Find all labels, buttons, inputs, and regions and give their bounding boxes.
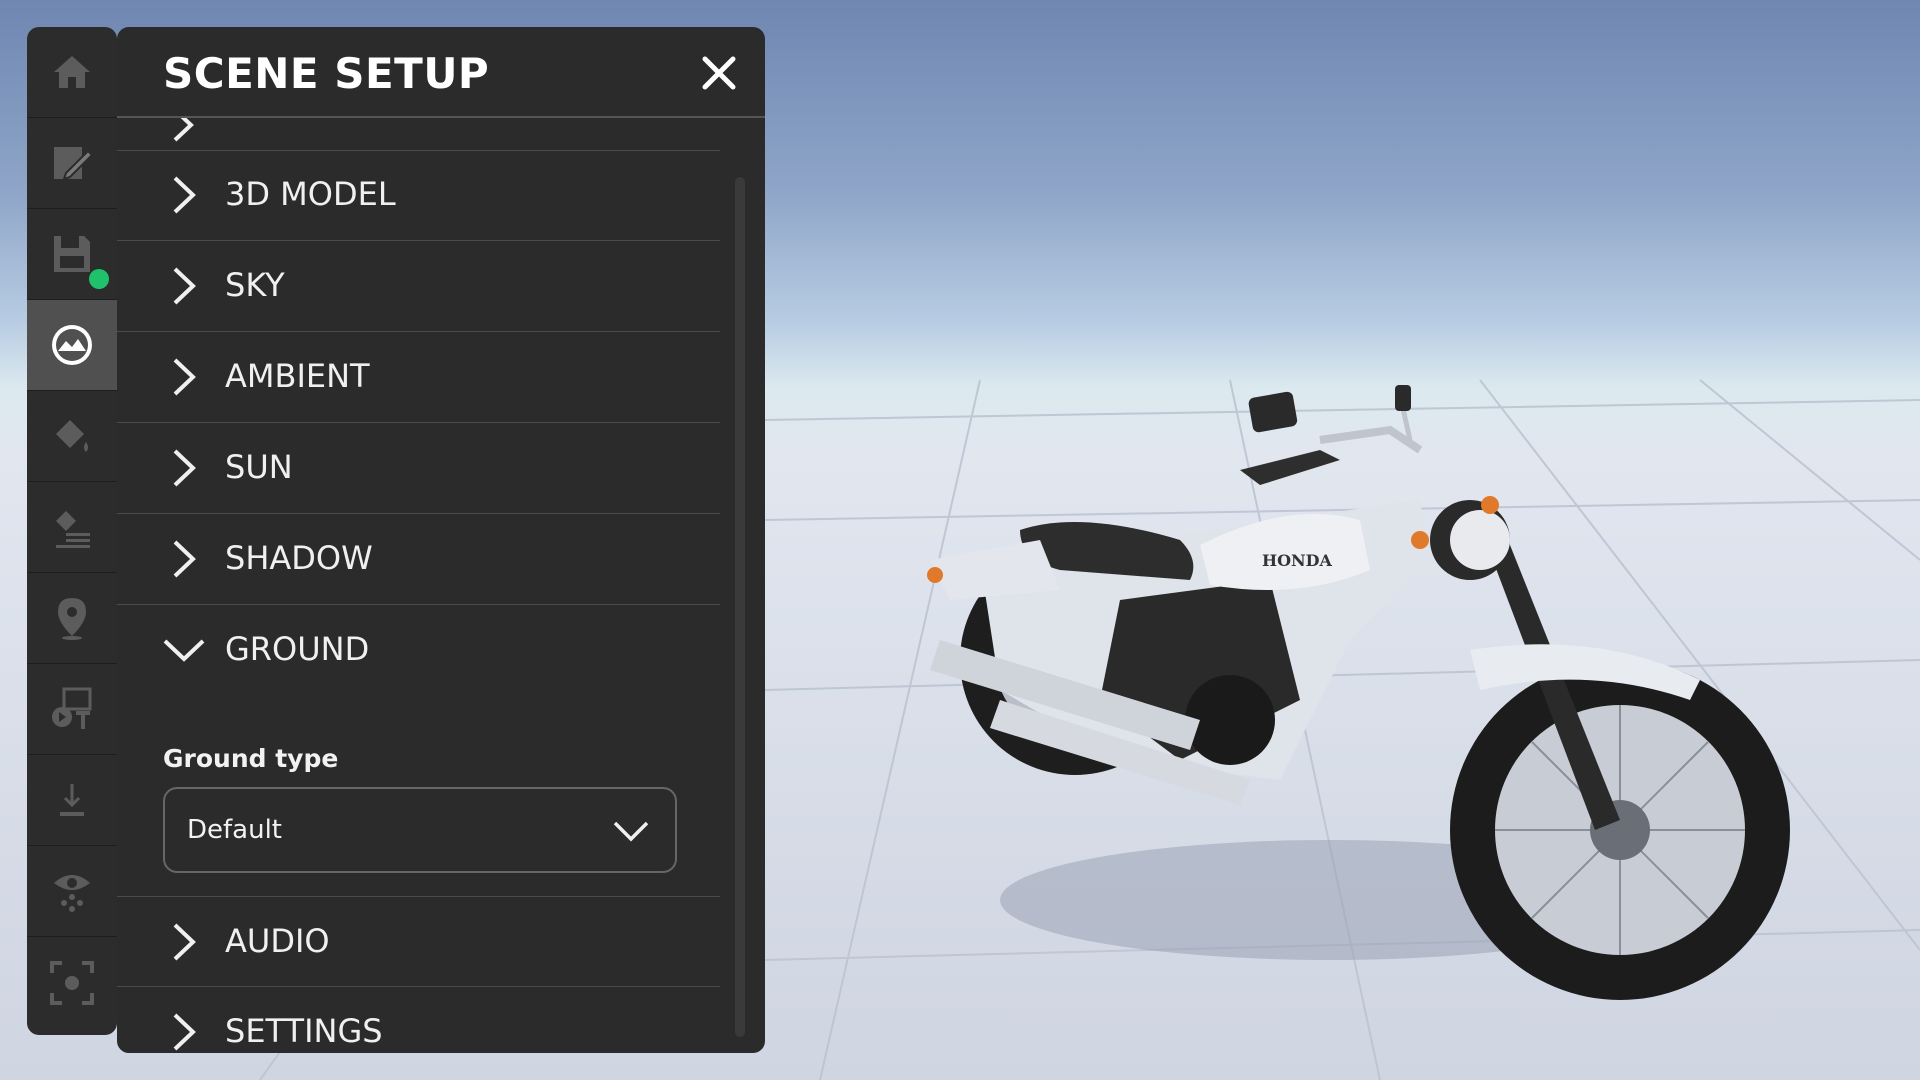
section-label: GROUND	[225, 630, 370, 668]
material-list-icon	[56, 511, 90, 548]
chevron-right-icon	[173, 923, 196, 961]
environment-icon	[52, 325, 92, 365]
section-ground[interactable]: GROUND	[117, 605, 720, 696]
scene-setup-panel: SCENE SETUP 3D MODEL SKY AMBIENT SUN SHA…	[117, 27, 765, 1053]
edit-icon	[54, 147, 94, 181]
section-label: SHADOW	[225, 539, 373, 577]
panel-header: SCENE SETUP	[117, 27, 765, 118]
section-peek	[117, 118, 720, 151]
panel-title: SCENE SETUP	[163, 49, 490, 98]
rail-visibility-button[interactable]	[27, 846, 117, 937]
rail-download-button[interactable]	[27, 755, 117, 846]
rail-location-button[interactable]	[27, 573, 117, 664]
section-sun[interactable]: SUN	[117, 423, 720, 514]
section-sky[interactable]: SKY	[117, 241, 720, 332]
save-icon	[54, 236, 90, 272]
section-settings[interactable]: SETTINGS	[117, 987, 720, 1053]
tool-rail	[27, 27, 117, 1035]
section-audio[interactable]: AUDIO	[117, 896, 720, 987]
visibility-icon	[54, 875, 90, 912]
rail-edit-button[interactable]	[27, 118, 117, 209]
chevron-right-icon	[173, 449, 196, 487]
ground-type-value: Default	[187, 815, 282, 845]
close-button[interactable]	[695, 49, 743, 97]
chevron-down-icon	[613, 821, 649, 842]
home-icon	[54, 56, 90, 88]
chevron-down-icon	[163, 639, 205, 662]
rail-home-button[interactable]	[27, 27, 117, 118]
panel-body[interactable]: 3D MODEL SKY AMBIENT SUN SHADOW GROUND G…	[117, 118, 727, 1053]
close-icon	[702, 56, 736, 90]
download-icon	[60, 784, 84, 816]
brand-logo: HONDA	[1262, 551, 1333, 570]
section-label: SKY	[225, 266, 285, 304]
chevron-right-icon	[173, 267, 196, 305]
rail-save-button[interactable]	[27, 209, 117, 300]
rail-focus-button[interactable]	[27, 937, 117, 1028]
rail-materials-button[interactable]	[27, 482, 117, 573]
media-text-icon	[52, 687, 92, 729]
section-label: SETTINGS	[225, 1012, 383, 1050]
rail-media-button[interactable]	[27, 664, 117, 755]
section-label: 3D MODEL	[225, 175, 396, 213]
section-shadow[interactable]: SHADOW	[117, 514, 720, 605]
chevron-right-icon	[173, 540, 196, 578]
chevron-right-icon	[173, 176, 196, 214]
chevron-right-icon	[173, 1013, 196, 1051]
location-pin-icon	[58, 598, 86, 640]
chevron-right-icon	[173, 118, 194, 142]
panel-scrollbar[interactable]	[735, 177, 745, 1037]
section-label: AMBIENT	[225, 357, 370, 395]
section-label: AUDIO	[225, 922, 330, 960]
ground-type-select[interactable]: Default	[163, 787, 677, 873]
save-status-dot	[89, 269, 109, 289]
chevron-right-icon	[173, 358, 196, 396]
rail-paint-button[interactable]	[27, 391, 117, 482]
paint-bucket-icon	[56, 420, 88, 452]
focus-frame-icon	[50, 960, 94, 1005]
section-ambient[interactable]: AMBIENT	[117, 332, 720, 423]
rail-scene-setup-button[interactable]	[27, 300, 117, 391]
section-3d-model[interactable]: 3D MODEL	[117, 150, 720, 241]
section-label: SUN	[225, 448, 293, 486]
ground-type-label: Ground type	[163, 744, 339, 773]
